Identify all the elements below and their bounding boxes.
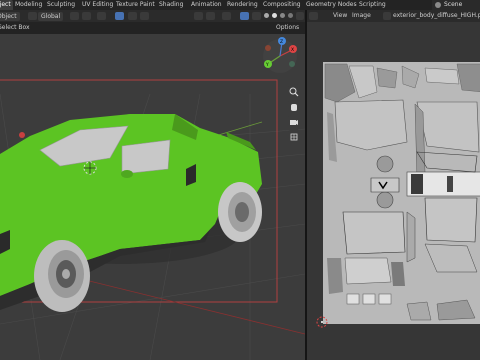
tab-scripting[interactable]: Scripting [357, 0, 388, 10]
image-editor-header: View Image exterior_body_diffuse_HIGH.pn… [307, 10, 480, 22]
transform-orientation-dropdown[interactable]: Global [38, 10, 64, 22]
image-editor-canvas[interactable] [307, 22, 480, 360]
gizmo-y-label: Y [265, 62, 269, 68]
scene-selector[interactable]: Scene [432, 0, 480, 10]
proportional-falloff-icon[interactable] [128, 12, 137, 20]
view-dropdown-icon[interactable] [206, 12, 215, 20]
shading-rendered-icon[interactable] [288, 13, 293, 18]
front-wheel [34, 240, 90, 312]
image-name-field[interactable]: exterior_body_diffuse_HIGH.png [393, 10, 480, 22]
xray-icon[interactable] [252, 12, 261, 20]
camera-icon[interactable] [288, 113, 300, 125]
tab-texture-paint[interactable]: Texture Paint [114, 0, 157, 10]
global-transform-icon[interactable] [28, 12, 37, 20]
hand-pan-icon[interactable] [288, 98, 300, 111]
snap-settings-icon[interactable] [97, 12, 106, 20]
image-menu[interactable]: Image [352, 10, 371, 22]
shading-wireframe-icon[interactable] [264, 13, 269, 18]
tab-animation[interactable]: Animation [189, 0, 224, 10]
diffuse-texture [316, 62, 480, 328]
gizmo-x-label: X [291, 47, 294, 53]
tab-modeling[interactable]: Modeling [13, 0, 44, 10]
3d-viewport[interactable]: X Y Z [0, 34, 305, 360]
tab-uv-editing[interactable]: UV Editing [80, 0, 115, 10]
view-menu[interactable]: View [333, 10, 347, 22]
visibility-icon[interactable] [222, 12, 231, 20]
overlays-icon[interactable] [240, 12, 249, 20]
gizmo-z-label: Z [280, 39, 283, 45]
tab-sculpting[interactable]: Sculpting [45, 0, 77, 10]
viewport-scene: X Y Z [0, 37, 305, 360]
workspace-tabs-bar: oject Modeling Sculpting UV Editing Text… [0, 0, 480, 10]
tab-object[interactable]: oject [0, 0, 13, 10]
editor-type-icon[interactable] [309, 12, 318, 20]
navigation-gizmo[interactable]: X Y Z [263, 37, 297, 73]
object-mode-menu[interactable]: Object [0, 10, 20, 22]
scene-label: Scene [444, 1, 463, 8]
rear-wheel [218, 182, 262, 242]
options-dropdown[interactable]: Options [276, 22, 299, 34]
shading-solid-icon[interactable] [272, 13, 277, 18]
tab-shading[interactable]: Shading [157, 0, 185, 10]
snap-icon[interactable] [82, 12, 91, 20]
tab-compositing[interactable]: Compositing [261, 0, 303, 10]
select-box-dropdown[interactable]: Select Box [0, 22, 30, 34]
shading-dropdown-icon[interactable] [296, 12, 304, 20]
viewport-header: Object Global [0, 10, 305, 22]
tab-geometry-nodes[interactable]: Geometry Nodes [304, 0, 359, 10]
falloff-dropdown-icon[interactable] [140, 12, 149, 20]
pivot-icon[interactable] [70, 12, 79, 20]
tool-settings-bar: Select Box Options [0, 22, 305, 34]
zoom-icon[interactable] [288, 83, 300, 97]
view-object-types-icon[interactable] [194, 12, 203, 20]
proportional-edit-icon[interactable] [115, 12, 124, 20]
grid-icon[interactable] [288, 128, 300, 141]
image-browse-icon[interactable] [383, 12, 391, 20]
scene-icon [435, 2, 441, 8]
tab-rendering[interactable]: Rendering [225, 0, 260, 10]
shading-material-icon[interactable] [280, 13, 285, 18]
